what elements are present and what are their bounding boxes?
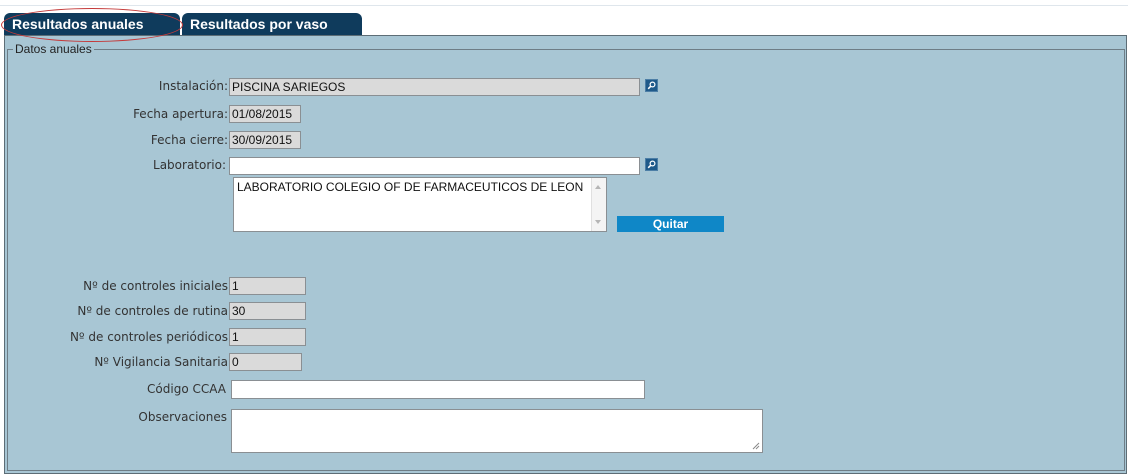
- vigilancia-sanitaria-label: Nº Vigilancia Sanitaria: [94, 355, 228, 369]
- fecha-apertura-field: 01/08/2015: [229, 105, 301, 123]
- top-divider: [0, 5, 1128, 6]
- controles-periodicos-field: 1: [229, 328, 306, 346]
- codigo-ccaa-label: Código CCAA: [147, 382, 226, 396]
- laboratorio-input[interactable]: [229, 157, 640, 175]
- controles-rutina-label: Nº de controles de rutina: [77, 304, 228, 318]
- tab-highlight-annotation: [1, 8, 183, 42]
- codigo-ccaa-input[interactable]: [231, 380, 645, 399]
- scroll-up-arrow-icon[interactable]: [595, 185, 601, 189]
- magnifier-icon: [647, 160, 656, 169]
- fecha-cierre-label: Fecha cierre:: [150, 133, 228, 147]
- listbox-scrollbar[interactable]: [591, 178, 606, 231]
- laboratorio-search-button[interactable]: [645, 158, 658, 171]
- fieldset-legend: Datos anuales: [13, 42, 94, 56]
- tab-resultados-por-vaso[interactable]: Resultados por vaso: [182, 13, 362, 35]
- fecha-cierre-field: 30/09/2015: [229, 131, 301, 149]
- controles-iniciales-label: Nº de controles iniciales: [83, 279, 228, 293]
- controles-rutina-field: 30: [229, 302, 306, 320]
- laboratorio-listbox[interactable]: LABORATORIO COLEGIO OF DE FARMACEUTICOS …: [233, 177, 607, 232]
- vigilancia-sanitaria-field: 0: [229, 353, 302, 371]
- observaciones-textarea[interactable]: [231, 409, 763, 453]
- magnifier-icon: [647, 81, 656, 90]
- instalacion-search-button[interactable]: [645, 79, 658, 92]
- instalacion-field: PISCINA SARIEGOS: [229, 78, 640, 96]
- controles-periodicos-label: Nº de controles periódicos: [69, 330, 228, 344]
- list-item[interactable]: LABORATORIO COLEGIO OF DE FARMACEUTICOS …: [237, 180, 587, 194]
- fecha-apertura-label: Fecha apertura:: [133, 107, 228, 121]
- instalacion-label: Instalación:: [158, 79, 228, 93]
- scroll-down-arrow-icon[interactable]: [595, 220, 601, 224]
- resize-grip-icon[interactable]: [752, 442, 760, 450]
- quitar-button[interactable]: Quitar: [617, 216, 724, 232]
- observaciones-label: Observaciones: [138, 410, 227, 424]
- laboratorio-label: Laboratorio:: [153, 158, 226, 172]
- controles-iniciales-field: 1: [229, 277, 306, 295]
